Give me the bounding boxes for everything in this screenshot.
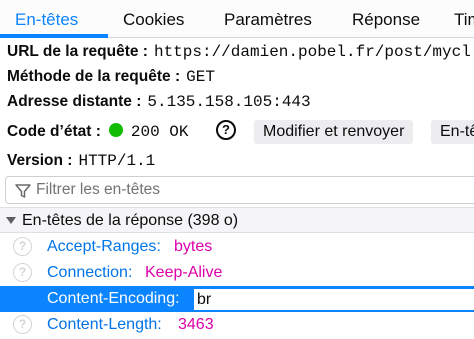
header-help-icon[interactable]: ? (13, 237, 32, 256)
status-code-label: Code d’état : (7, 123, 101, 140)
status-code-value: 200 OK (130, 123, 189, 141)
request-method-row: Méthode de la requête : GET (7, 65, 215, 89)
response-headers-title: En-têtes de la réponse (398 o) (22, 212, 239, 229)
header-name: Connection: (47, 264, 133, 281)
tab-timings[interactable]: Tim (454, 0, 474, 38)
filter-icon (15, 184, 31, 198)
active-tab-indicator (0, 34, 108, 38)
header-help-icon[interactable]: ? (13, 315, 32, 334)
header-name: Accept-Ranges: (47, 238, 161, 255)
tab-headers[interactable]: En-têtes (15, 0, 78, 38)
tab-response[interactable]: Réponse (352, 0, 420, 38)
headers-filter-input[interactable] (36, 177, 466, 203)
remote-address-label: Adresse distante : (7, 93, 142, 110)
header-value: Keep-Alive (145, 264, 223, 281)
request-url-value: https://damien.pobel.fr/post/mycl (153, 43, 471, 61)
expanded-triangle-icon (6, 217, 16, 224)
header-value: br (197, 291, 212, 308)
header-value-editor[interactable]: br (193, 288, 474, 311)
headers-filter-box (5, 176, 474, 204)
header-row-accept-ranges[interactable]: ? Accept-Ranges: bytes (0, 234, 474, 260)
status-code-row: Code d’état : 200 OK (7, 120, 188, 144)
remote-address-value: 5.135.158.105:443 (147, 93, 311, 111)
status-success-icon (108, 123, 123, 138)
header-name: Content-Length: (47, 316, 162, 333)
http-version-row: Version : HTTP/1.1 (7, 149, 155, 173)
http-version-value: HTTP/1.1 (78, 152, 156, 170)
request-method-label: Méthode de la requête : (7, 68, 181, 85)
header-value: 3463 (178, 316, 214, 333)
header-row-content-encoding[interactable]: Content-Encoding: br (0, 286, 474, 312)
response-headers-toggle[interactable]: En-têtes de la réponse (398 o) (0, 207, 474, 233)
header-row-content-length[interactable]: ? Content-Length: 3463 (0, 312, 474, 338)
raw-headers-button[interactable]: En-tê (431, 120, 474, 144)
remote-address-row: Adresse distante : 5.135.158.105:443 (7, 90, 311, 114)
request-url-row: URL de la requête : https://damien.pobel.… (7, 40, 471, 64)
header-help-icon[interactable]: ? (13, 263, 32, 282)
tab-bar: En-têtes Cookies Paramètres Réponse Tim (0, 0, 474, 38)
status-help-icon[interactable]: ? (216, 120, 236, 140)
edit-resend-button[interactable]: Modifier et renvoyer (254, 120, 414, 144)
http-version-label: Version : (7, 152, 73, 169)
header-value: bytes (174, 238, 213, 255)
header-row-connection[interactable]: ? Connection: Keep-Alive (0, 260, 474, 286)
request-method-value: GET (186, 68, 215, 86)
tab-cookies[interactable]: Cookies (123, 0, 184, 38)
request-url-label: URL de la requête : (7, 43, 148, 60)
tab-params[interactable]: Paramètres (224, 0, 312, 38)
header-name: Content-Encoding: (47, 290, 180, 307)
